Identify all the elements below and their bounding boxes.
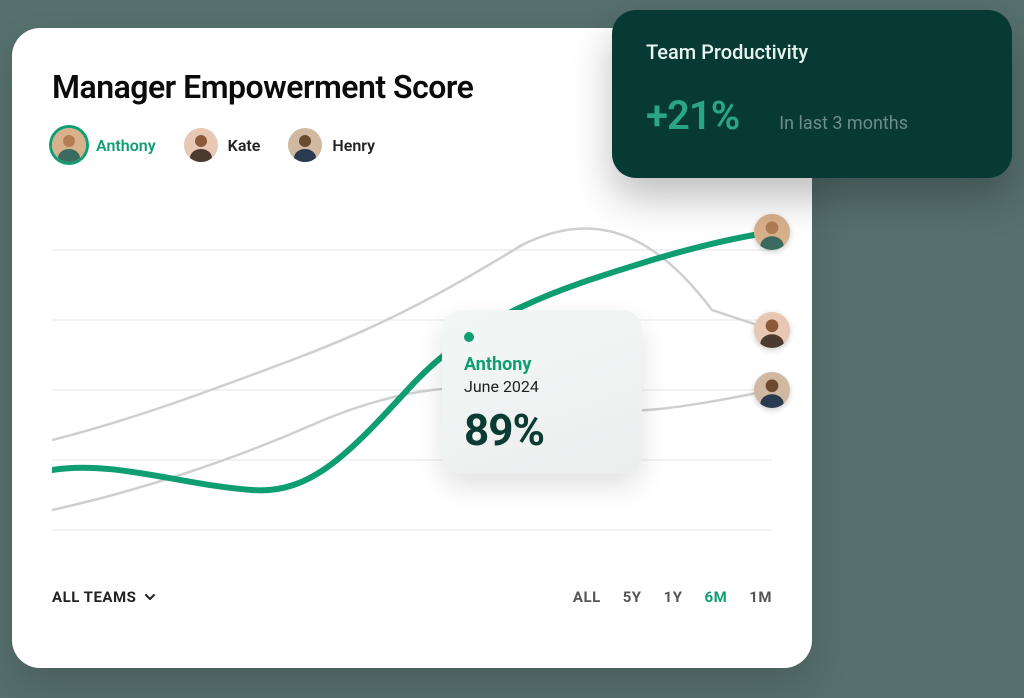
tooltip-dot-icon: [464, 332, 474, 342]
series-henry: [52, 388, 772, 510]
chart-svg: [52, 190, 772, 570]
card-footer: ALL TEAMS ALL 5Y 1Y 6M 1M: [52, 588, 772, 606]
end-avatar-anthony-icon: [754, 214, 790, 250]
overlay-value: +21%: [646, 92, 739, 139]
range-5y[interactable]: 5Y: [623, 588, 642, 606]
chart-tooltip: Anthony June 2024 89%: [442, 310, 642, 474]
tooltip-name: Anthony: [464, 354, 620, 375]
range-all[interactable]: ALL: [573, 588, 601, 606]
person-label: Henry: [332, 136, 375, 155]
person-henry[interactable]: Henry: [288, 128, 375, 162]
avatar-henry-icon: [288, 128, 322, 162]
person-label: Anthony: [96, 136, 156, 155]
end-avatar-henry-icon: [754, 372, 790, 408]
tooltip-date: June 2024: [464, 377, 620, 396]
avatar-kate-icon: [184, 128, 218, 162]
person-anthony[interactable]: Anthony: [52, 128, 156, 162]
chart-area: Anthony June 2024 89%: [52, 190, 772, 570]
overlay-period: In last 3 months: [779, 113, 908, 134]
range-selector: ALL 5Y 1Y 6M 1M: [573, 588, 772, 606]
range-1m[interactable]: 1M: [749, 588, 772, 606]
range-1y[interactable]: 1Y: [664, 588, 683, 606]
avatar-anthony-icon: [52, 128, 86, 162]
end-avatar-kate-icon: [754, 312, 790, 348]
productivity-overlay: Team Productivity +21% In last 3 months: [612, 10, 1012, 178]
overlay-title: Team Productivity: [646, 40, 978, 64]
tooltip-value: 89%: [464, 404, 620, 456]
chevron-down-icon: [144, 591, 156, 603]
person-label: Kate: [228, 136, 261, 155]
teams-label: ALL TEAMS: [52, 588, 136, 606]
teams-dropdown[interactable]: ALL TEAMS: [52, 588, 156, 606]
series-anthony: [52, 232, 772, 490]
range-6m[interactable]: 6M: [705, 588, 728, 606]
person-kate[interactable]: Kate: [184, 128, 261, 162]
